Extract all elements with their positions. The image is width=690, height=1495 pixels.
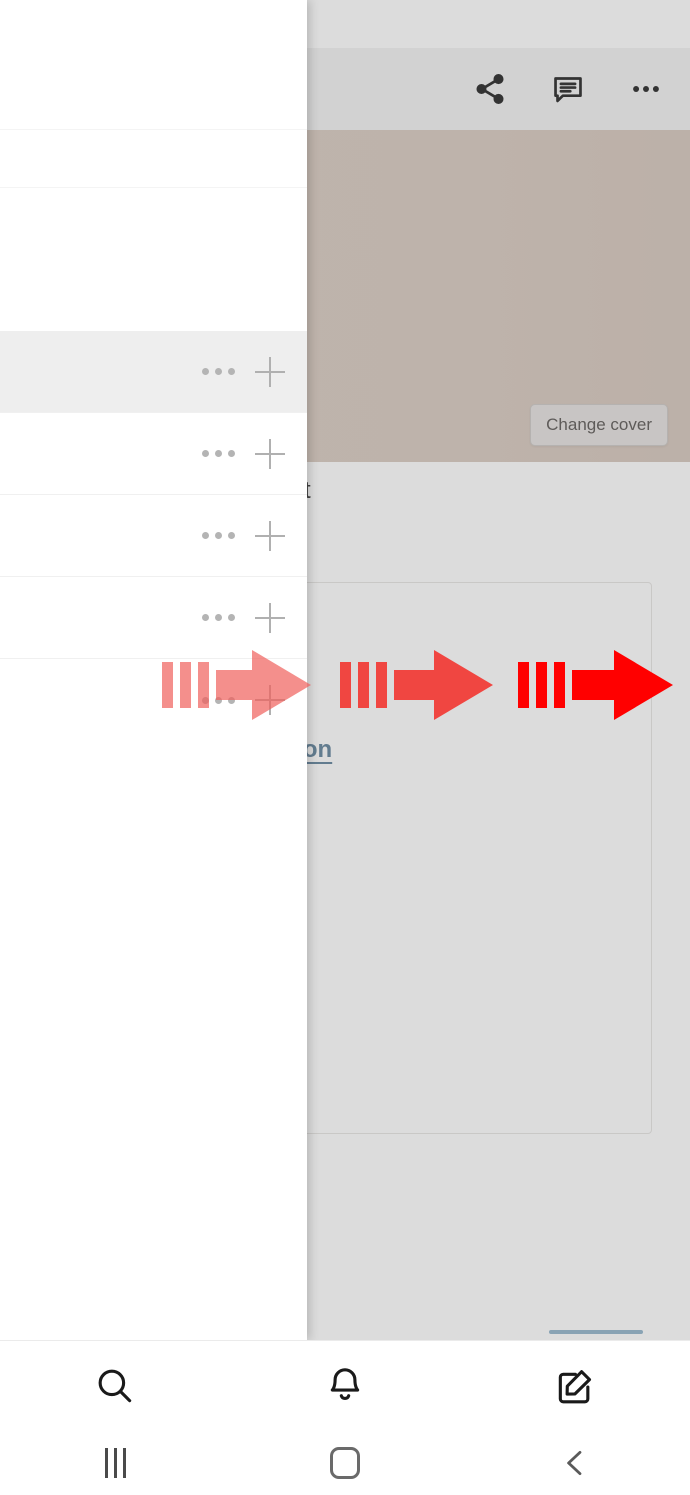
- add-page-icon[interactable]: [255, 356, 285, 387]
- sidebar-item-selected[interactable]: [0, 331, 307, 413]
- system-nav-home[interactable]: [230, 1446, 460, 1479]
- add-page-icon[interactable]: [255, 438, 285, 469]
- notifications-bell-icon: [330, 1368, 360, 1400]
- bottom-nav-notifications[interactable]: [230, 1364, 460, 1408]
- more-options-icon[interactable]: [200, 444, 237, 463]
- sidebar-empty-area: [0, 741, 307, 1340]
- home-icon[interactable]: [330, 1446, 360, 1479]
- more-options-icon[interactable]: [200, 691, 237, 710]
- system-nav-back[interactable]: [460, 1446, 690, 1480]
- sidebar-item[interactable]: [0, 577, 307, 659]
- more-options-icon[interactable]: [200, 608, 237, 627]
- new-page-compose-icon: [558, 1370, 592, 1404]
- navigation-drawer: [0, 0, 307, 1340]
- more-options-icon[interactable]: [200, 362, 237, 381]
- more-options-icon[interactable]: [200, 526, 237, 545]
- add-page-icon[interactable]: [255, 685, 285, 715]
- bottom-navigation-bar: [0, 1340, 690, 1431]
- sidebar-item[interactable]: [0, 413, 307, 495]
- android-system-nav: [0, 1430, 690, 1495]
- sidebar-spacer-row: [0, 188, 307, 331]
- add-page-icon[interactable]: [255, 520, 285, 551]
- recents-icon[interactable]: [104, 1447, 126, 1478]
- add-page-icon[interactable]: [255, 602, 285, 633]
- sidebar-item[interactable]: [0, 659, 307, 741]
- sidebar-item[interactable]: [0, 495, 307, 577]
- bottom-nav-search[interactable]: [0, 1364, 230, 1408]
- system-nav-recents[interactable]: [0, 1447, 230, 1478]
- search-icon: [98, 1369, 132, 1403]
- phone-screen: Change cover ains a robust task and proj…: [0, 0, 690, 1495]
- back-icon: [567, 1450, 582, 1475]
- sidebar-spacer-row: [0, 0, 307, 130]
- bottom-nav-new-page[interactable]: [460, 1364, 690, 1408]
- sidebar-spacer-row: [0, 130, 307, 188]
